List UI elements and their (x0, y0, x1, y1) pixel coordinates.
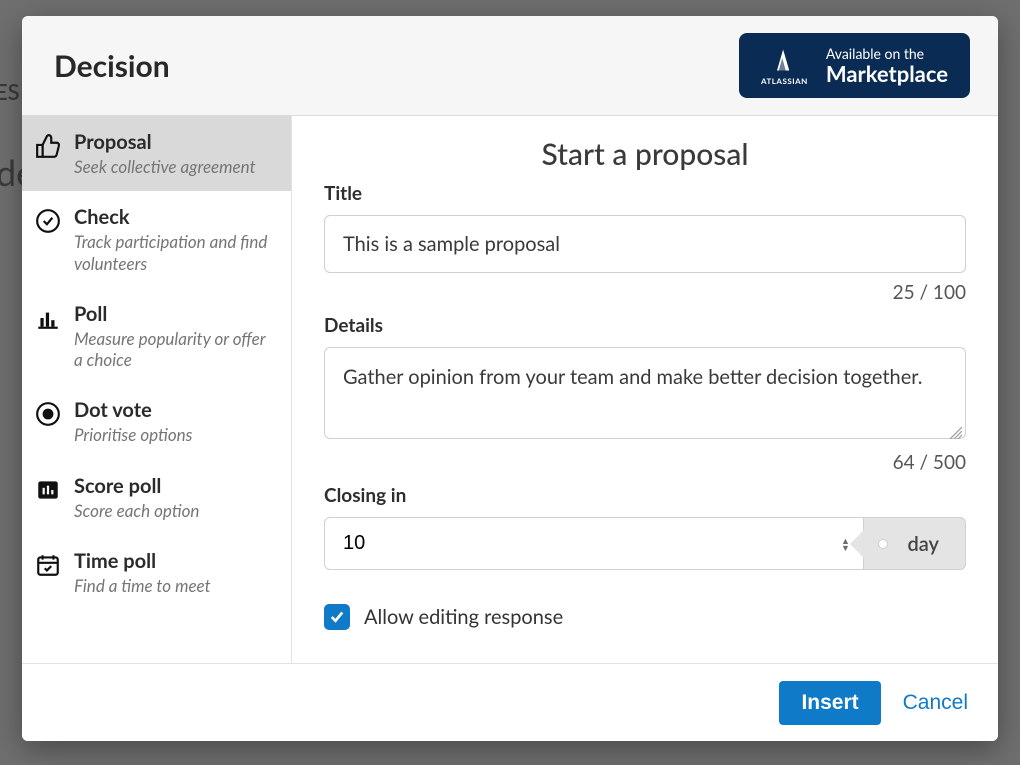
atlassian-logo-icon: ATLASSIAN (761, 46, 808, 86)
sidebar-item-proposal[interactable]: Proposal Seek collective agreement (22, 116, 291, 191)
title-counter: 25 / 100 (324, 281, 966, 304)
sidebar-item-time-poll[interactable]: Time poll Find a time to meet (22, 535, 291, 610)
closing-number-input[interactable] (325, 518, 863, 569)
sidebar-item-label: Dot vote (74, 398, 277, 422)
calendar-check-icon (34, 551, 62, 579)
closing-unit-tag[interactable]: day (864, 517, 967, 570)
check-circle-icon (34, 207, 62, 235)
title-label: Title (324, 182, 966, 205)
marketplace-badge[interactable]: ATLASSIAN Available on the Marketplace (739, 33, 970, 98)
sidebar-item-label: Check (74, 205, 277, 229)
modal-footer: Insert Cancel (22, 663, 998, 741)
modal-title: Decision (54, 48, 170, 84)
sidebar-item-label: Proposal (74, 130, 277, 154)
bar-chart-icon (34, 304, 62, 332)
sidebar-item-check[interactable]: Check Track participation and find volun… (22, 191, 291, 288)
sidebar-item-desc: Measure popularity or offer a choice (74, 328, 277, 371)
thumbs-up-icon (34, 132, 62, 160)
modal-header: Decision ATLASSIAN Available on the Mark… (22, 16, 998, 116)
allow-editing-label: Allow editing response (364, 605, 563, 629)
insert-button[interactable]: Insert (779, 681, 880, 725)
cancel-button[interactable]: Cancel (903, 691, 968, 715)
dot-circle-icon (34, 400, 62, 428)
sidebar-item-label: Score poll (74, 474, 277, 498)
allow-editing-checkbox[interactable] (324, 604, 350, 630)
decision-type-sidebar: Proposal Seek collective agreement Check… (22, 116, 292, 663)
sidebar-item-poll[interactable]: Poll Measure popularity or offer a choic… (22, 288, 291, 385)
proposal-form: Start a proposal Title 25 / 100 Details … (292, 116, 998, 663)
decision-modal: Decision ATLASSIAN Available on the Mark… (22, 16, 998, 741)
sidebar-item-label: Time poll (74, 549, 277, 573)
sidebar-item-label: Poll (74, 302, 277, 326)
sidebar-item-desc: Prioritise options (74, 424, 277, 445)
details-counter: 64 / 500 (324, 451, 966, 474)
background-cropped-text-1: ES (0, 78, 20, 105)
tag-hole-icon (878, 539, 888, 549)
sidebar-item-desc: Find a time to meet (74, 575, 277, 596)
sidebar-item-desc: Seek collective agreement (74, 156, 277, 177)
form-heading: Start a proposal (324, 136, 966, 172)
sidebar-item-score-poll[interactable]: Score poll Score each option (22, 460, 291, 535)
check-icon (328, 608, 346, 626)
title-input[interactable] (324, 215, 966, 273)
sidebar-item-desc: Score each option (74, 500, 277, 521)
closing-unit-label: day (908, 532, 940, 556)
marketplace-line2: Marketplace (826, 62, 948, 86)
sidebar-item-desc: Track participation and find volunteers (74, 231, 277, 274)
score-icon (34, 476, 62, 504)
sidebar-item-dot-vote[interactable]: Dot vote Prioritise options (22, 384, 291, 459)
details-label: Details (324, 314, 966, 337)
modal-body: Proposal Seek collective agreement Check… (22, 116, 998, 663)
marketplace-text: Available on the Marketplace (826, 45, 948, 86)
details-textarea[interactable] (324, 347, 966, 439)
closing-label: Closing in (324, 484, 966, 507)
